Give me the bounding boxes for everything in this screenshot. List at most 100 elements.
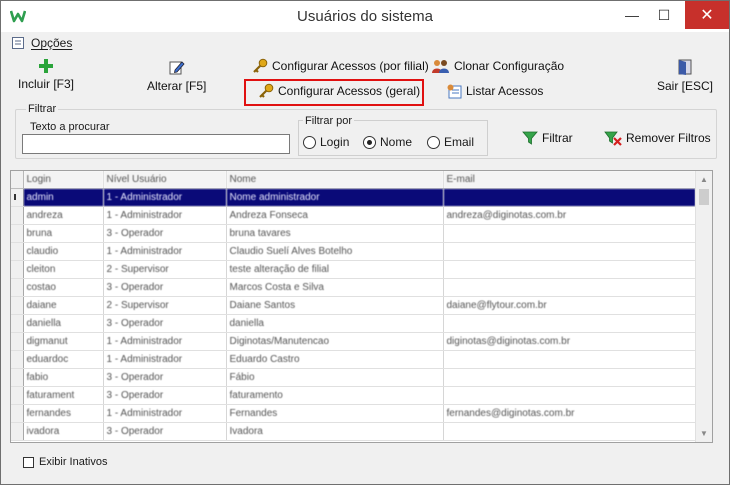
table-row[interactable]: faturament 3 - Operador faturamento [11,386,696,405]
cell-email[interactable]: fernandes@diginotas.com.br [443,404,696,423]
cell-login[interactable]: admin [23,188,104,207]
cell-email[interactable] [443,386,696,405]
cell-login[interactable]: bruna [23,224,104,243]
search-input[interactable] [22,134,290,154]
cell-email[interactable] [443,278,696,297]
cell-level[interactable]: 2 - Supervisor [103,260,227,279]
cell-login[interactable]: cleiton [23,260,104,279]
table-row[interactable]: admin 1 - Administrador Nome administrador [11,188,696,207]
cell-level[interactable]: 1 - Administrador [103,404,227,423]
cell-name[interactable]: Nome administrador [226,188,444,207]
cell-name[interactable]: Andreza Fonseca [226,206,444,225]
table-row[interactable]: costao 3 - Operador Marcos Costa e Silva [11,278,696,297]
cell-login[interactable]: fabio [23,368,104,387]
row-indicator[interactable] [11,206,24,225]
cell-name[interactable]: bruna tavares [226,224,444,243]
cell-name[interactable]: Ivadora [226,422,444,441]
row-indicator[interactable] [11,242,24,261]
edit-button[interactable]: Alterar [F5] [147,59,206,93]
clone-config-button[interactable]: Clonar Configuração [432,58,564,74]
table-row[interactable]: daiane 2 - Supervisor Daiane Santos daiane@… [11,296,696,315]
cell-login[interactable]: ivadora [23,422,104,441]
list-access-button[interactable]: Listar Acessos [446,83,543,99]
row-indicator[interactable] [11,260,24,279]
column-header-level[interactable]: Nível Usuário [103,171,227,189]
cell-level[interactable]: 1 - Administrador [103,242,227,261]
radio-email[interactable]: Email [427,135,474,149]
table-row[interactable]: fernandes 1 - Administrador Fernandes ferna… [11,404,696,423]
minimize-button[interactable]: — [617,1,647,29]
title-bar[interactable]: Usuários do sistema — ☐ ✕ [1,1,729,32]
exit-button[interactable]: Sair [ESC] [657,59,713,93]
cell-level[interactable]: 3 - Operador [103,314,227,333]
table-row[interactable]: cleiton 2 - Supervisor teste alteração de … [11,260,696,279]
cell-email[interactable] [443,422,696,441]
cell-login[interactable]: fernandes [23,404,104,423]
table-row[interactable]: claudio 1 - Administrador Claudio Suelí Al… [11,242,696,261]
cell-login[interactable]: digmanut [23,332,104,351]
cell-name[interactable]: Fernandes [226,404,444,423]
cell-level[interactable]: 3 - Operador [103,422,227,441]
table-row[interactable]: andreza 1 - Administrador Andreza Fonseca a… [11,206,696,225]
cell-name[interactable]: Daiane Santos [226,296,444,315]
scroll-thumb[interactable] [699,189,709,205]
cell-login[interactable]: eduardoc [23,350,104,369]
row-indicator[interactable] [11,332,24,351]
cell-email[interactable] [443,188,696,207]
table-row[interactable]: daniella 3 - Operador daniella [11,314,696,333]
row-indicator[interactable] [11,314,24,333]
column-header-login[interactable]: Login [23,171,104,189]
row-indicator[interactable] [11,296,24,315]
cell-email[interactable] [443,242,696,261]
cell-email[interactable] [443,224,696,243]
column-header-name[interactable]: Nome [226,171,444,189]
users-grid[interactable]: Login Nível Usuário Nome E-mail admin 1 -… [10,170,713,443]
remove-filters-button[interactable]: Remover Filtros [604,130,711,146]
row-indicator[interactable] [11,386,24,405]
row-indicator[interactable] [11,422,24,441]
cell-login[interactable]: andreza [23,206,104,225]
options-menu[interactable]: Opções [31,36,72,50]
row-indicator[interactable] [11,404,24,423]
row-indicator[interactable] [11,224,24,243]
maximize-button[interactable]: ☐ [649,1,679,29]
table-row[interactable]: fabio 3 - Operador Fábio [11,368,696,387]
add-button[interactable]: Incluir [F3] [18,59,74,91]
cell-login[interactable]: claudio [23,242,104,261]
radio-name[interactable]: Nome [363,135,412,149]
cell-email[interactable]: andreza@diginotas.com.br [443,206,696,225]
cell-name[interactable]: Claudio Suelí Alves Botelho [226,242,444,261]
table-row[interactable]: ivadora 3 - Operador Ivadora [11,422,696,441]
cell-name[interactable]: daniella [226,314,444,333]
cell-email[interactable]: daiane@flytour.com.br [443,296,696,315]
cell-login[interactable]: daniella [23,314,104,333]
scroll-up-icon[interactable]: ▲ [700,175,708,184]
column-header-email[interactable]: E-mail [443,171,696,189]
close-button[interactable]: ✕ [685,1,729,29]
config-access-branch-button[interactable]: Configurar Acessos (por filial) [252,58,429,74]
cell-login[interactable]: faturament [23,386,104,405]
radio-login[interactable]: Login [303,135,349,149]
cell-level[interactable]: 1 - Administrador [103,350,227,369]
table-row[interactable]: digmanut 1 - Administrador Diginotas/Manut… [11,332,696,351]
cell-level[interactable]: 3 - Operador [103,386,227,405]
cell-name[interactable]: Marcos Costa e Silva [226,278,444,297]
cell-login[interactable]: daiane [23,296,104,315]
scroll-down-icon[interactable]: ▼ [700,429,708,438]
table-row[interactable]: bruna 3 - Operador bruna tavares [11,224,696,243]
cell-name[interactable]: Diginotas/Manutencao [226,332,444,351]
filter-button[interactable]: Filtrar [522,130,573,146]
cell-level[interactable]: 1 - Administrador [103,332,227,351]
cell-name[interactable]: faturamento [226,386,444,405]
show-inactive-checkbox[interactable]: Exibir Inativos [23,456,107,468]
cell-email[interactable] [443,314,696,333]
cell-login[interactable]: costao [23,278,104,297]
cell-email[interactable] [443,350,696,369]
cell-level[interactable]: 3 - Operador [103,278,227,297]
table-row[interactable]: eduardoc 1 - Administrador Eduardo Castro [11,350,696,369]
cell-level[interactable]: 1 - Administrador [103,188,227,207]
cell-name[interactable]: Fábio [226,368,444,387]
row-indicator[interactable] [11,278,24,297]
row-indicator[interactable] [11,350,24,369]
cell-email[interactable] [443,260,696,279]
